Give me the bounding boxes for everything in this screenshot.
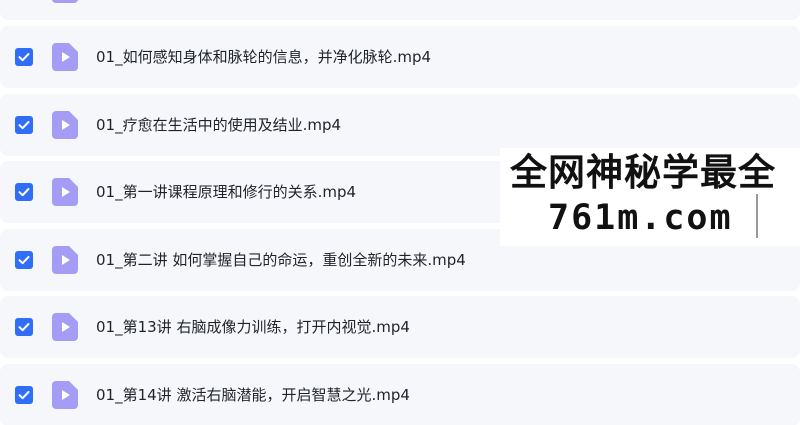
video-file-icon [52, 246, 78, 274]
file-name[interactable]: 01_第13讲 右脑成像力训练，打开内视觉.mp4 [96, 296, 410, 358]
file-name[interactable]: 01_疗愈在生活中的使用及结业.mp4 [96, 94, 341, 156]
list-item[interactable]: 01_如何感知身体和脉轮的信息，并净化脉轮.mp4 [0, 26, 800, 88]
file-list: 01_如何感知身体和脉轮的信息，并净化脉轮.mp4 01_疗愈在生活中的使用及结… [0, 0, 800, 425]
video-file-icon [52, 381, 78, 409]
list-item[interactable]: 01_疗愈在生活中的使用及结业.mp4 [0, 94, 800, 156]
list-item[interactable] [0, 0, 800, 20]
video-file-icon [52, 313, 78, 341]
file-name[interactable]: 01_第一讲课程原理和修行的关系.mp4 [96, 161, 356, 223]
row-checkbox[interactable] [15, 251, 33, 269]
row-checkbox[interactable] [15, 183, 33, 201]
video-file-icon [52, 178, 78, 206]
file-name[interactable]: 01_第14讲 激活右脑潜能，开启智慧之光.mp4 [96, 364, 410, 425]
watermark-title: 全网神秘学最全 [510, 150, 776, 194]
video-file-icon [52, 111, 78, 139]
watermark: 全网神秘学最全 761m.com [500, 148, 800, 246]
row-checkbox[interactable] [15, 386, 33, 404]
watermark-url: 761m.com [548, 198, 733, 238]
row-checkbox[interactable] [15, 116, 33, 134]
list-item[interactable]: 01_第13讲 右脑成像力训练，打开内视觉.mp4 [0, 296, 800, 358]
video-file-icon [52, 43, 78, 71]
file-name[interactable]: 01_如何感知身体和脉轮的信息，并净化脉轮.mp4 [96, 26, 431, 88]
list-item[interactable]: 01_第14讲 激活右脑潜能，开启智慧之光.mp4 [0, 364, 800, 425]
watermark-divider [756, 194, 758, 238]
file-name[interactable]: 01_第二讲 如何掌握自己的命运，重创全新的未来.mp4 [96, 229, 466, 291]
row-checkbox[interactable] [15, 48, 33, 66]
row-checkbox[interactable] [15, 318, 33, 336]
video-file-icon [52, 0, 78, 3]
